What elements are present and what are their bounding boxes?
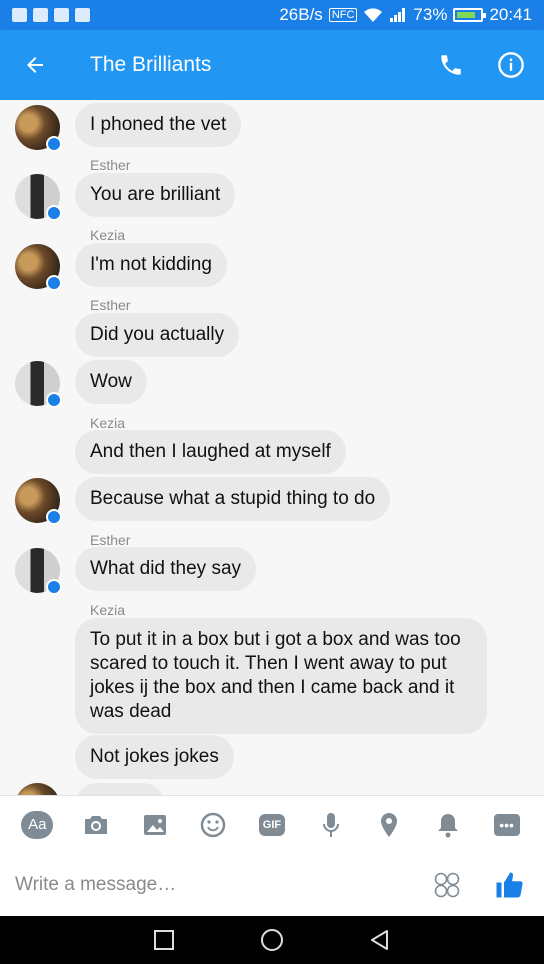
message-list[interactable]: I phoned the vet Esther You are brillian… [0,100,544,795]
more-icon: ••• [493,813,520,836]
text-style-button[interactable]: Aa [20,808,54,842]
info-icon [498,52,524,78]
avatar-esther[interactable] [15,548,62,595]
message-bubble[interactable]: Because what a stupid thing to do [75,477,391,521]
text-style-icon: Aa [21,810,54,839]
message-bubble[interactable]: To put it in a box but i got a box and w… [75,618,487,734]
avatar-kezia[interactable] [15,244,62,291]
message-bubble-partial[interactable] [75,783,165,795]
triangle-back-icon [371,930,388,950]
signal-icon [390,8,406,22]
reminder-button[interactable] [431,808,465,842]
message-text: You are brilliant [75,173,236,217]
messenger-badge-icon [46,509,62,525]
phone-icon [441,55,461,75]
more-button[interactable]: ••• [490,808,524,842]
composer [0,853,544,916]
microphone-button[interactable] [314,808,348,842]
messenger-badge-icon [46,579,62,595]
sender-name: Esther [90,157,131,173]
bell-icon [437,813,458,837]
emoji-faces-icon [434,872,460,897]
avatar-esther[interactable] [15,361,62,408]
battery-icon [453,8,487,22]
info-button[interactable] [496,50,526,80]
camera-button[interactable] [79,808,113,842]
sender-name: Kezia [90,227,126,243]
arrow-left-icon [27,57,43,73]
gif-button[interactable]: GIF [255,808,289,842]
avatar-kezia[interactable] [15,478,62,525]
notification-icons [12,8,90,22]
sender-name: Esther [90,297,131,313]
stickers-button[interactable] [432,870,462,900]
message-bubble[interactable]: Not jokes jokes [75,735,234,779]
thumbs-up-icon [496,872,523,897]
battery-percent: 73% [413,5,448,24]
message-bubble[interactable]: Did you actually [75,313,240,357]
notification-icon [12,8,27,22]
back-button[interactable] [0,30,70,100]
message-bubble[interactable]: And then I laughed at myself [75,430,346,474]
message-text: Because what a stupid thing to do [75,477,391,521]
message-input[interactable] [0,873,432,896]
system-nav-bar [0,916,544,964]
avatar-kezia[interactable] [15,783,60,795]
avatar-esther[interactable] [15,174,62,221]
avatar-kezia[interactable] [15,105,62,152]
message-bubble[interactable]: What did they say [75,547,257,591]
nfc-icon: NFC [328,8,358,22]
location-pin-icon [381,812,398,837]
message-bubble[interactable]: You are brilliant [75,173,236,217]
message-text: I phoned the vet [75,103,242,147]
message-bubble[interactable]: I'm not kidding [75,243,227,287]
messenger-badge-icon [46,205,62,221]
messenger-badge-icon [46,136,62,152]
location-button[interactable] [372,808,406,842]
emoji-button[interactable] [196,808,230,842]
home-button[interactable] [257,925,287,955]
network-speed: 26B/s [279,5,323,24]
message-text: And then I laughed at myself [75,430,346,474]
square-icon [154,930,174,950]
gallery-button[interactable] [138,808,172,842]
messenger-badge-icon [46,392,62,408]
google-icon [54,8,69,22]
message-text: I'm not kidding [75,243,227,287]
call-button[interactable] [436,50,466,80]
message-text: To put it in a box but i got a box and w… [75,618,487,734]
status-bar: 26B/s NFC 73% 20:41 [0,0,544,30]
image-icon [143,814,166,835]
clock: 20:41 [489,5,532,24]
like-button[interactable] [492,868,526,902]
microphone-icon [322,812,339,837]
sender-name: Kezia [90,602,126,618]
message-text: What did they say [75,547,257,591]
composer-toolbar: Aa GIF ••• [0,795,544,853]
photos-icon [75,8,90,22]
back-nav-button[interactable] [365,925,395,955]
gallery-icon [33,8,48,22]
smiley-icon [201,812,226,837]
sender-name: Esther [90,532,131,548]
message-text: Did you actually [75,313,240,357]
camera-icon [84,815,107,834]
message-text: Not jokes jokes [75,735,234,779]
message-bubble[interactable]: I phoned the vet [75,103,242,147]
wifi-icon [364,8,383,22]
messenger-badge-icon [46,275,62,291]
message-text: Wow [75,360,147,404]
message-bubble[interactable]: Wow [75,360,147,404]
circle-icon [261,929,283,951]
gif-icon: GIF [258,813,285,836]
recent-apps-button[interactable] [149,925,179,955]
sender-name: Kezia [90,415,126,431]
conversation-header: The Brilliants [0,30,544,100]
conversation-title[interactable]: The Brilliants [90,53,211,77]
